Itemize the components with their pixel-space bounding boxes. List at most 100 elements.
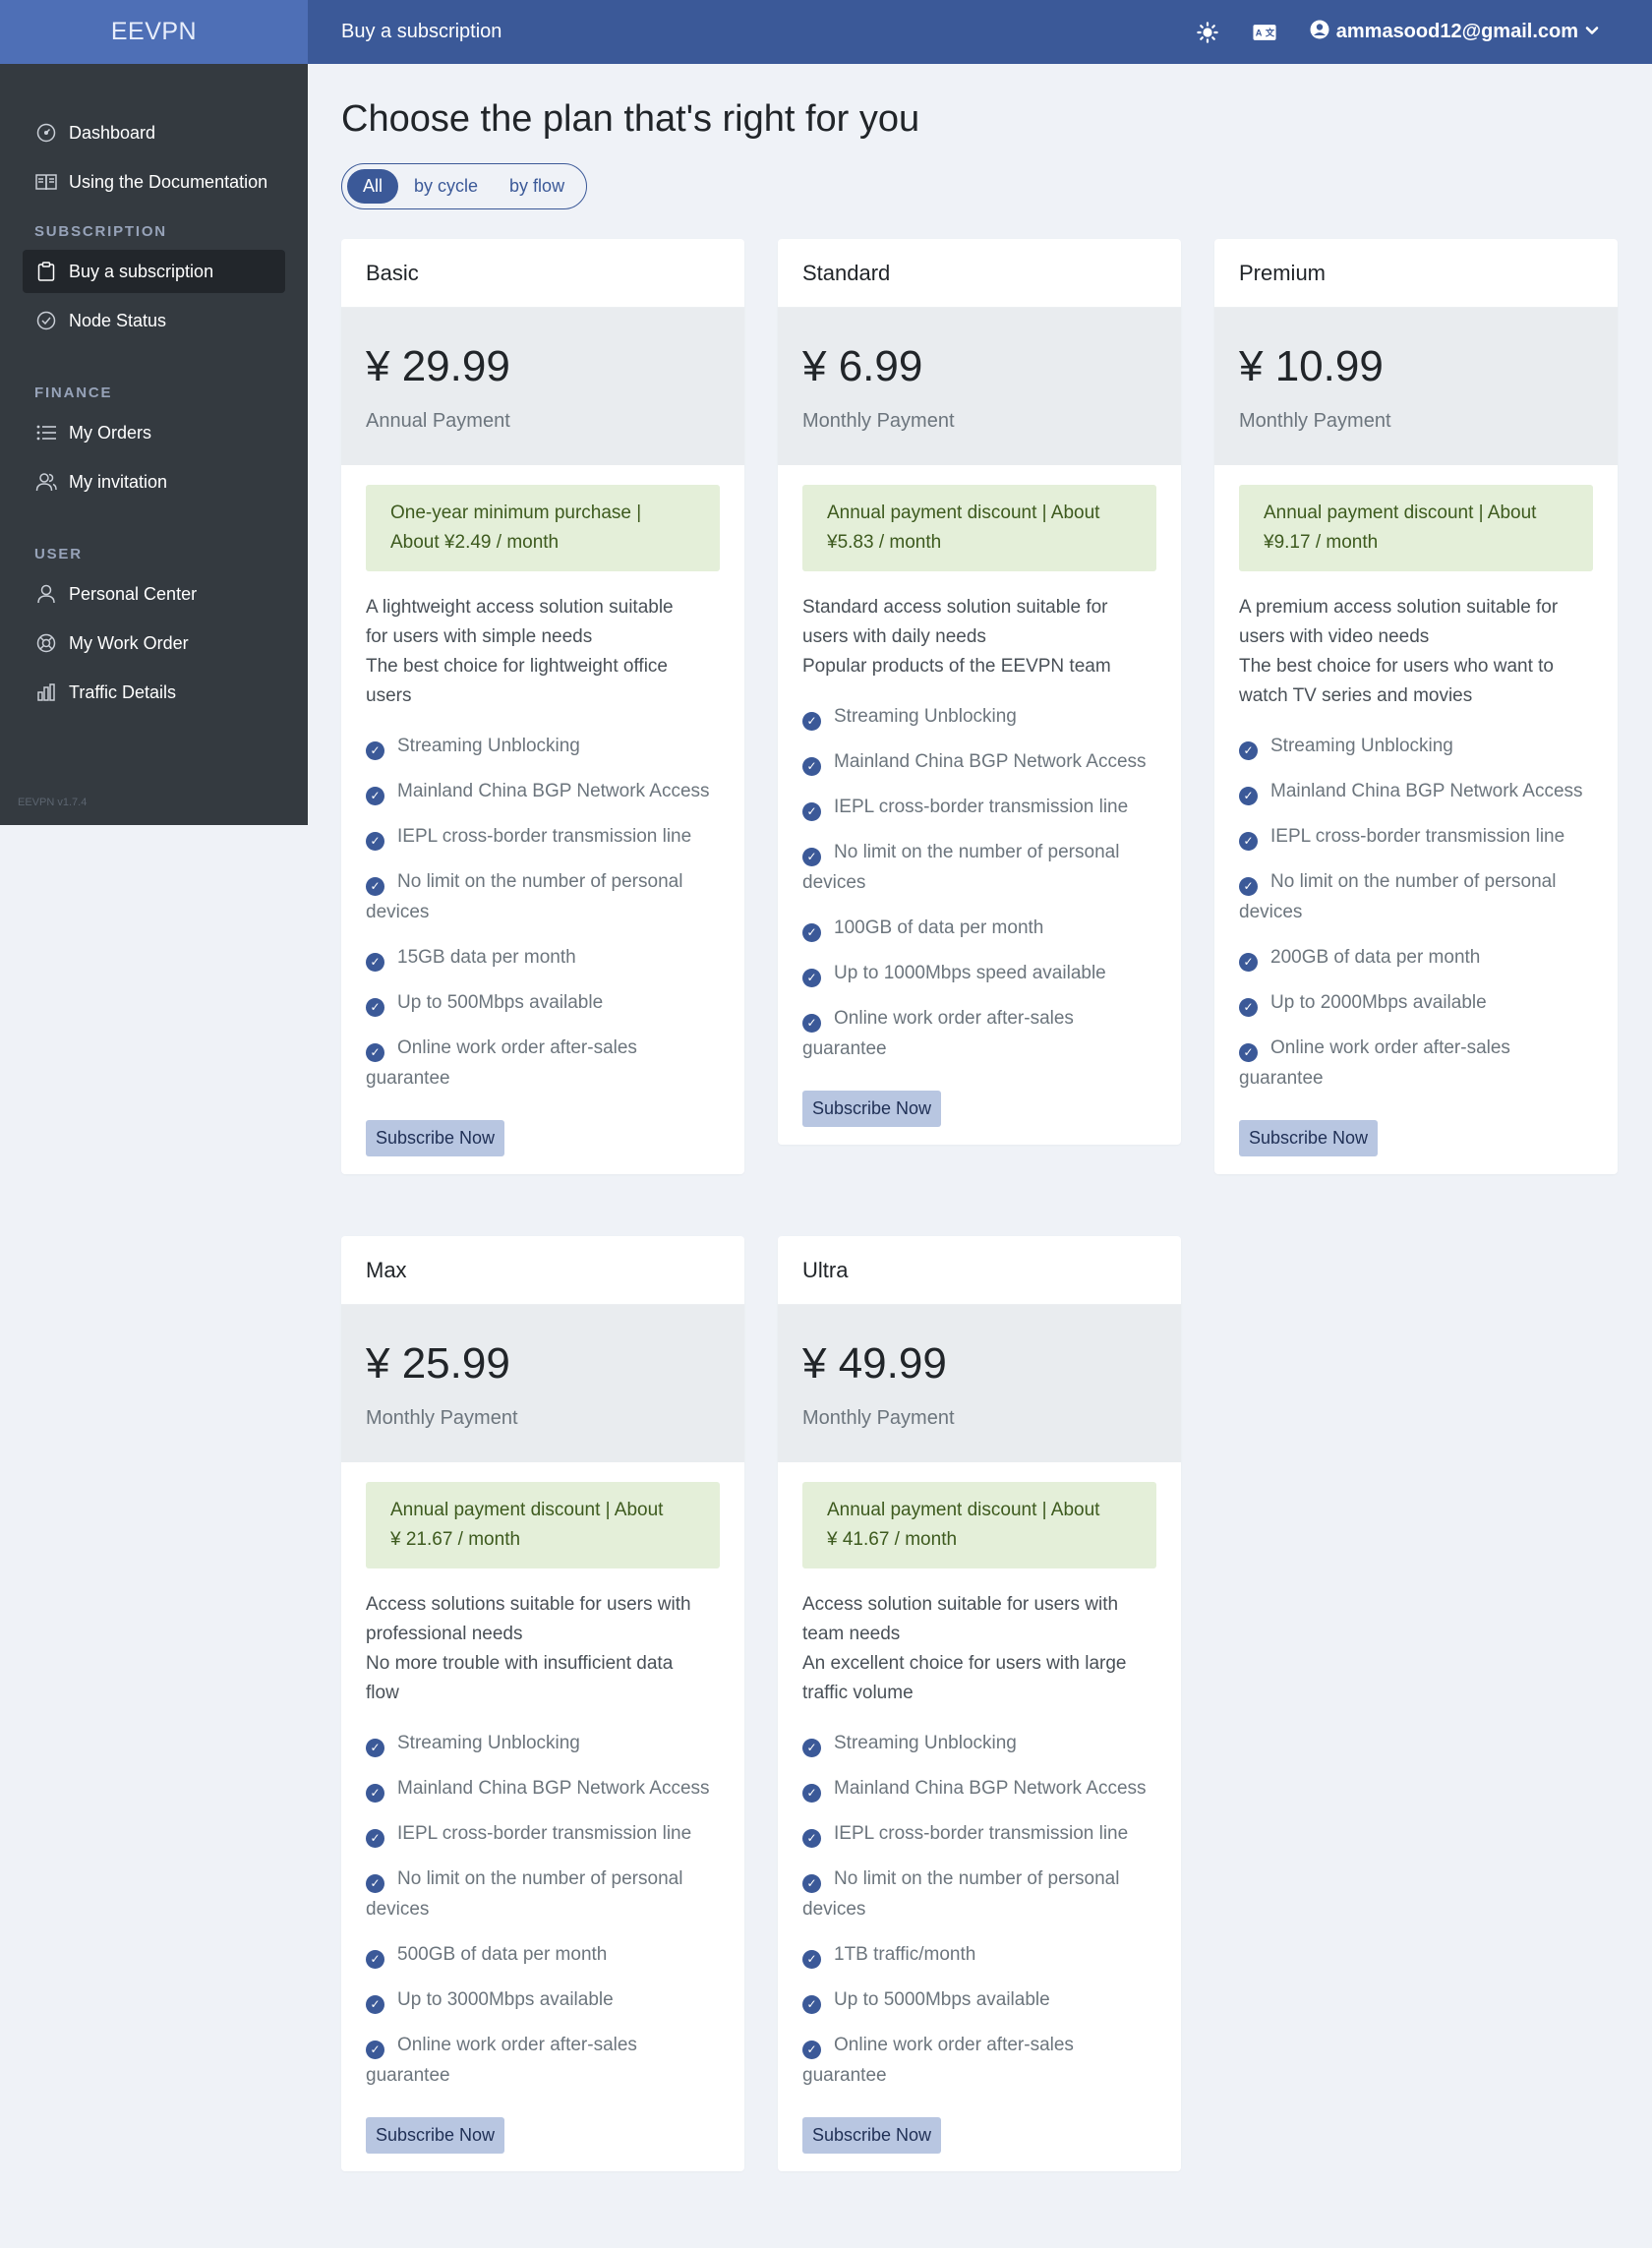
- plan-price-panel: ¥ 10.99 Monthly Payment: [1214, 308, 1618, 465]
- description-line: Standard access solution suitable for: [802, 597, 1108, 618]
- feature-list: ✓ Streaming Unblocking ✓ Mainland China BGP…: [1239, 731, 1593, 1094]
- sidebar-item-buy-subscription[interactable]: Buy a subscription: [23, 250, 285, 293]
- feature-item: ✓ Streaming Unblocking: [366, 1728, 720, 1758]
- sidebar-item-label: My Work Order: [69, 632, 189, 653]
- subscribe-button[interactable]: Subscribe Now: [1239, 1120, 1379, 1156]
- feature-label: Up to 500Mbps available: [397, 992, 604, 1013]
- feature-label: Up to 2000Mbps available: [1270, 992, 1487, 1013]
- feature-item: ✓ No limit on the number of personal devi…: [366, 1863, 720, 1924]
- sidebar-item-traffic-details[interactable]: Traffic Details: [23, 671, 285, 714]
- description-line: The best choice for users who want to: [1239, 656, 1554, 677]
- feature-item: ✓ Mainland China BGP Network Access: [1239, 776, 1593, 806]
- sidebar-item-my-invitation[interactable]: My invitation: [23, 460, 285, 503]
- discount-line: ¥ 41.67 / month: [827, 1529, 958, 1550]
- plan-filter: All by cycle by flow: [341, 163, 587, 209]
- feature-label: IEPL cross-border transmission line: [397, 1823, 692, 1844]
- feature-item: ✓ Mainland China BGP Network Access: [366, 776, 720, 806]
- discount-line: Annual payment discount | About: [1264, 503, 1537, 523]
- sidebar-item-label: Buy a subscription: [69, 261, 214, 281]
- plan-card-ultra: Ultra ¥ 49.99 Monthly Payment Annual paymen…: [778, 1236, 1181, 2171]
- feature-label: Online work order after-sales guarantee: [802, 1008, 1074, 1059]
- check-circle-icon: ✓: [1239, 787, 1258, 805]
- check-circle-icon: ✓: [1239, 741, 1258, 760]
- account-menu[interactable]: ammasood12@gmail.com: [1310, 20, 1599, 45]
- check-circle-icon: ✓: [366, 832, 384, 851]
- theme-toggle-icon[interactable]: [1196, 21, 1219, 44]
- plan-price: ¥ 25.99: [366, 1339, 510, 1388]
- check-circle-icon: ✓: [366, 1874, 384, 1893]
- sidebar-item-work-order[interactable]: My Work Order: [23, 621, 285, 665]
- feature-list: ✓ Streaming Unblocking ✓ Mainland China BGP…: [366, 731, 720, 1094]
- feature-label: Mainland China BGP Network Access: [1270, 781, 1583, 801]
- check-circle-icon: ✓: [802, 757, 821, 776]
- plan-card-basic: Basic ¥ 29.99 Annual Payment One-year minim…: [341, 239, 744, 1174]
- feature-label: 200GB of data per month: [1270, 947, 1481, 968]
- feature-item: ✓ Mainland China BGP Network Access: [366, 1773, 720, 1804]
- feature-item: ✓ Mainland China BGP Network Access: [802, 746, 1156, 777]
- subscribe-button[interactable]: Subscribe Now: [802, 2117, 942, 2154]
- top-header: EEVPN Buy a subscription A文 ammasood12@g…: [0, 0, 1652, 64]
- feature-item: ✓ Up to 5000Mbps available: [802, 1984, 1156, 2015]
- sidebar-item-node-status[interactable]: Node Status: [23, 299, 285, 342]
- description-line: flow: [366, 1683, 399, 1703]
- sidebar-item-dashboard[interactable]: Dashboard: [23, 111, 285, 154]
- discount-line: Annual payment discount | About: [827, 1500, 1100, 1520]
- sidebar-item-personal-center[interactable]: Personal Center: [23, 572, 285, 616]
- language-icon[interactable]: A文: [1253, 21, 1276, 44]
- account-email: ammasood12@gmail.com: [1335, 21, 1578, 42]
- brand-logo[interactable]: EEVPN: [0, 0, 308, 64]
- feature-item: ✓ Streaming Unblocking: [802, 1728, 1156, 1758]
- book-icon: [35, 171, 57, 193]
- feature-label: No limit on the number of personal devic…: [366, 871, 683, 922]
- subscribe-button[interactable]: Subscribe Now: [802, 1091, 942, 1127]
- plan-name: Ultra: [778, 1236, 1181, 1305]
- check-circle-icon: ✓: [366, 1829, 384, 1848]
- filter-by-flow[interactable]: by flow: [494, 169, 580, 204]
- plan-description: Access solutions suitable for users with…: [366, 1590, 720, 1708]
- check-circle-icon: ✓: [366, 953, 384, 972]
- plan-description: A lightweight access solution suitable fo…: [366, 593, 720, 711]
- lifebuoy-icon: [35, 632, 57, 654]
- plan-period: Monthly Payment: [802, 1407, 955, 1429]
- check-circle-icon: ✓: [802, 1950, 821, 1969]
- feature-item: ✓ No limit on the number of personal devi…: [1239, 866, 1593, 927]
- plan-name: Basic: [341, 239, 744, 308]
- plan-price: ¥ 49.99: [802, 1339, 947, 1388]
- plan-body: Annual payment discount | About ¥5.83 / m…: [778, 465, 1181, 1145]
- feature-label: IEPL cross-border transmission line: [397, 826, 692, 847]
- header-title: Buy a subscription: [341, 21, 502, 42]
- filter-all[interactable]: All: [347, 169, 399, 204]
- feature-item: ✓ Streaming Unblocking: [1239, 731, 1593, 761]
- check-circle-icon: [35, 310, 57, 331]
- subscribe-button[interactable]: Subscribe Now: [366, 2117, 505, 2154]
- check-circle-icon: ✓: [1239, 953, 1258, 972]
- description-line: A lightweight access solution suitable: [366, 597, 674, 618]
- check-circle-icon: ✓: [1239, 832, 1258, 851]
- check-circle-icon: ✓: [802, 712, 821, 731]
- dashboard-icon: [35, 122, 57, 144]
- feature-item: ✓ Online work order after-sales guarantee: [366, 1033, 720, 1094]
- user-icon: [35, 583, 57, 605]
- chevron-down-icon: [1585, 21, 1599, 43]
- plan-price-panel: ¥ 29.99 Annual Payment: [341, 308, 744, 465]
- check-circle-icon: ✓: [366, 998, 384, 1017]
- feature-label: Mainland China BGP Network Access: [397, 781, 710, 801]
- feature-label: Mainland China BGP Network Access: [834, 1778, 1147, 1799]
- feature-item: ✓ Online work order after-sales guarantee: [802, 2030, 1156, 2091]
- sidebar-item-documentation[interactable]: Using the Documentation: [23, 160, 285, 204]
- plan-period: Monthly Payment: [366, 1407, 518, 1429]
- feature-label: Streaming Unblocking: [397, 736, 580, 756]
- app-version: EEVPN v1.7.4: [18, 797, 88, 808]
- sidebar-item-my-orders[interactable]: My Orders: [23, 411, 285, 454]
- filter-by-cycle[interactable]: by cycle: [398, 169, 494, 204]
- feature-item: ✓ IEPL cross-border transmission line: [802, 792, 1156, 822]
- check-circle-icon: ✓: [366, 1995, 384, 2014]
- plan-name: Premium: [1214, 239, 1618, 308]
- check-circle-icon: ✓: [1239, 998, 1258, 1017]
- feature-item: ✓ Streaming Unblocking: [802, 701, 1156, 732]
- bar-chart-icon: [35, 681, 57, 703]
- feature-item: ✓ IEPL cross-border transmission line: [366, 1818, 720, 1849]
- subscribe-button[interactable]: Subscribe Now: [366, 1120, 505, 1156]
- plan-body: One-year minimum purchase | About ¥2.49 /…: [341, 465, 744, 1174]
- plan-period: Annual Payment: [366, 410, 510, 432]
